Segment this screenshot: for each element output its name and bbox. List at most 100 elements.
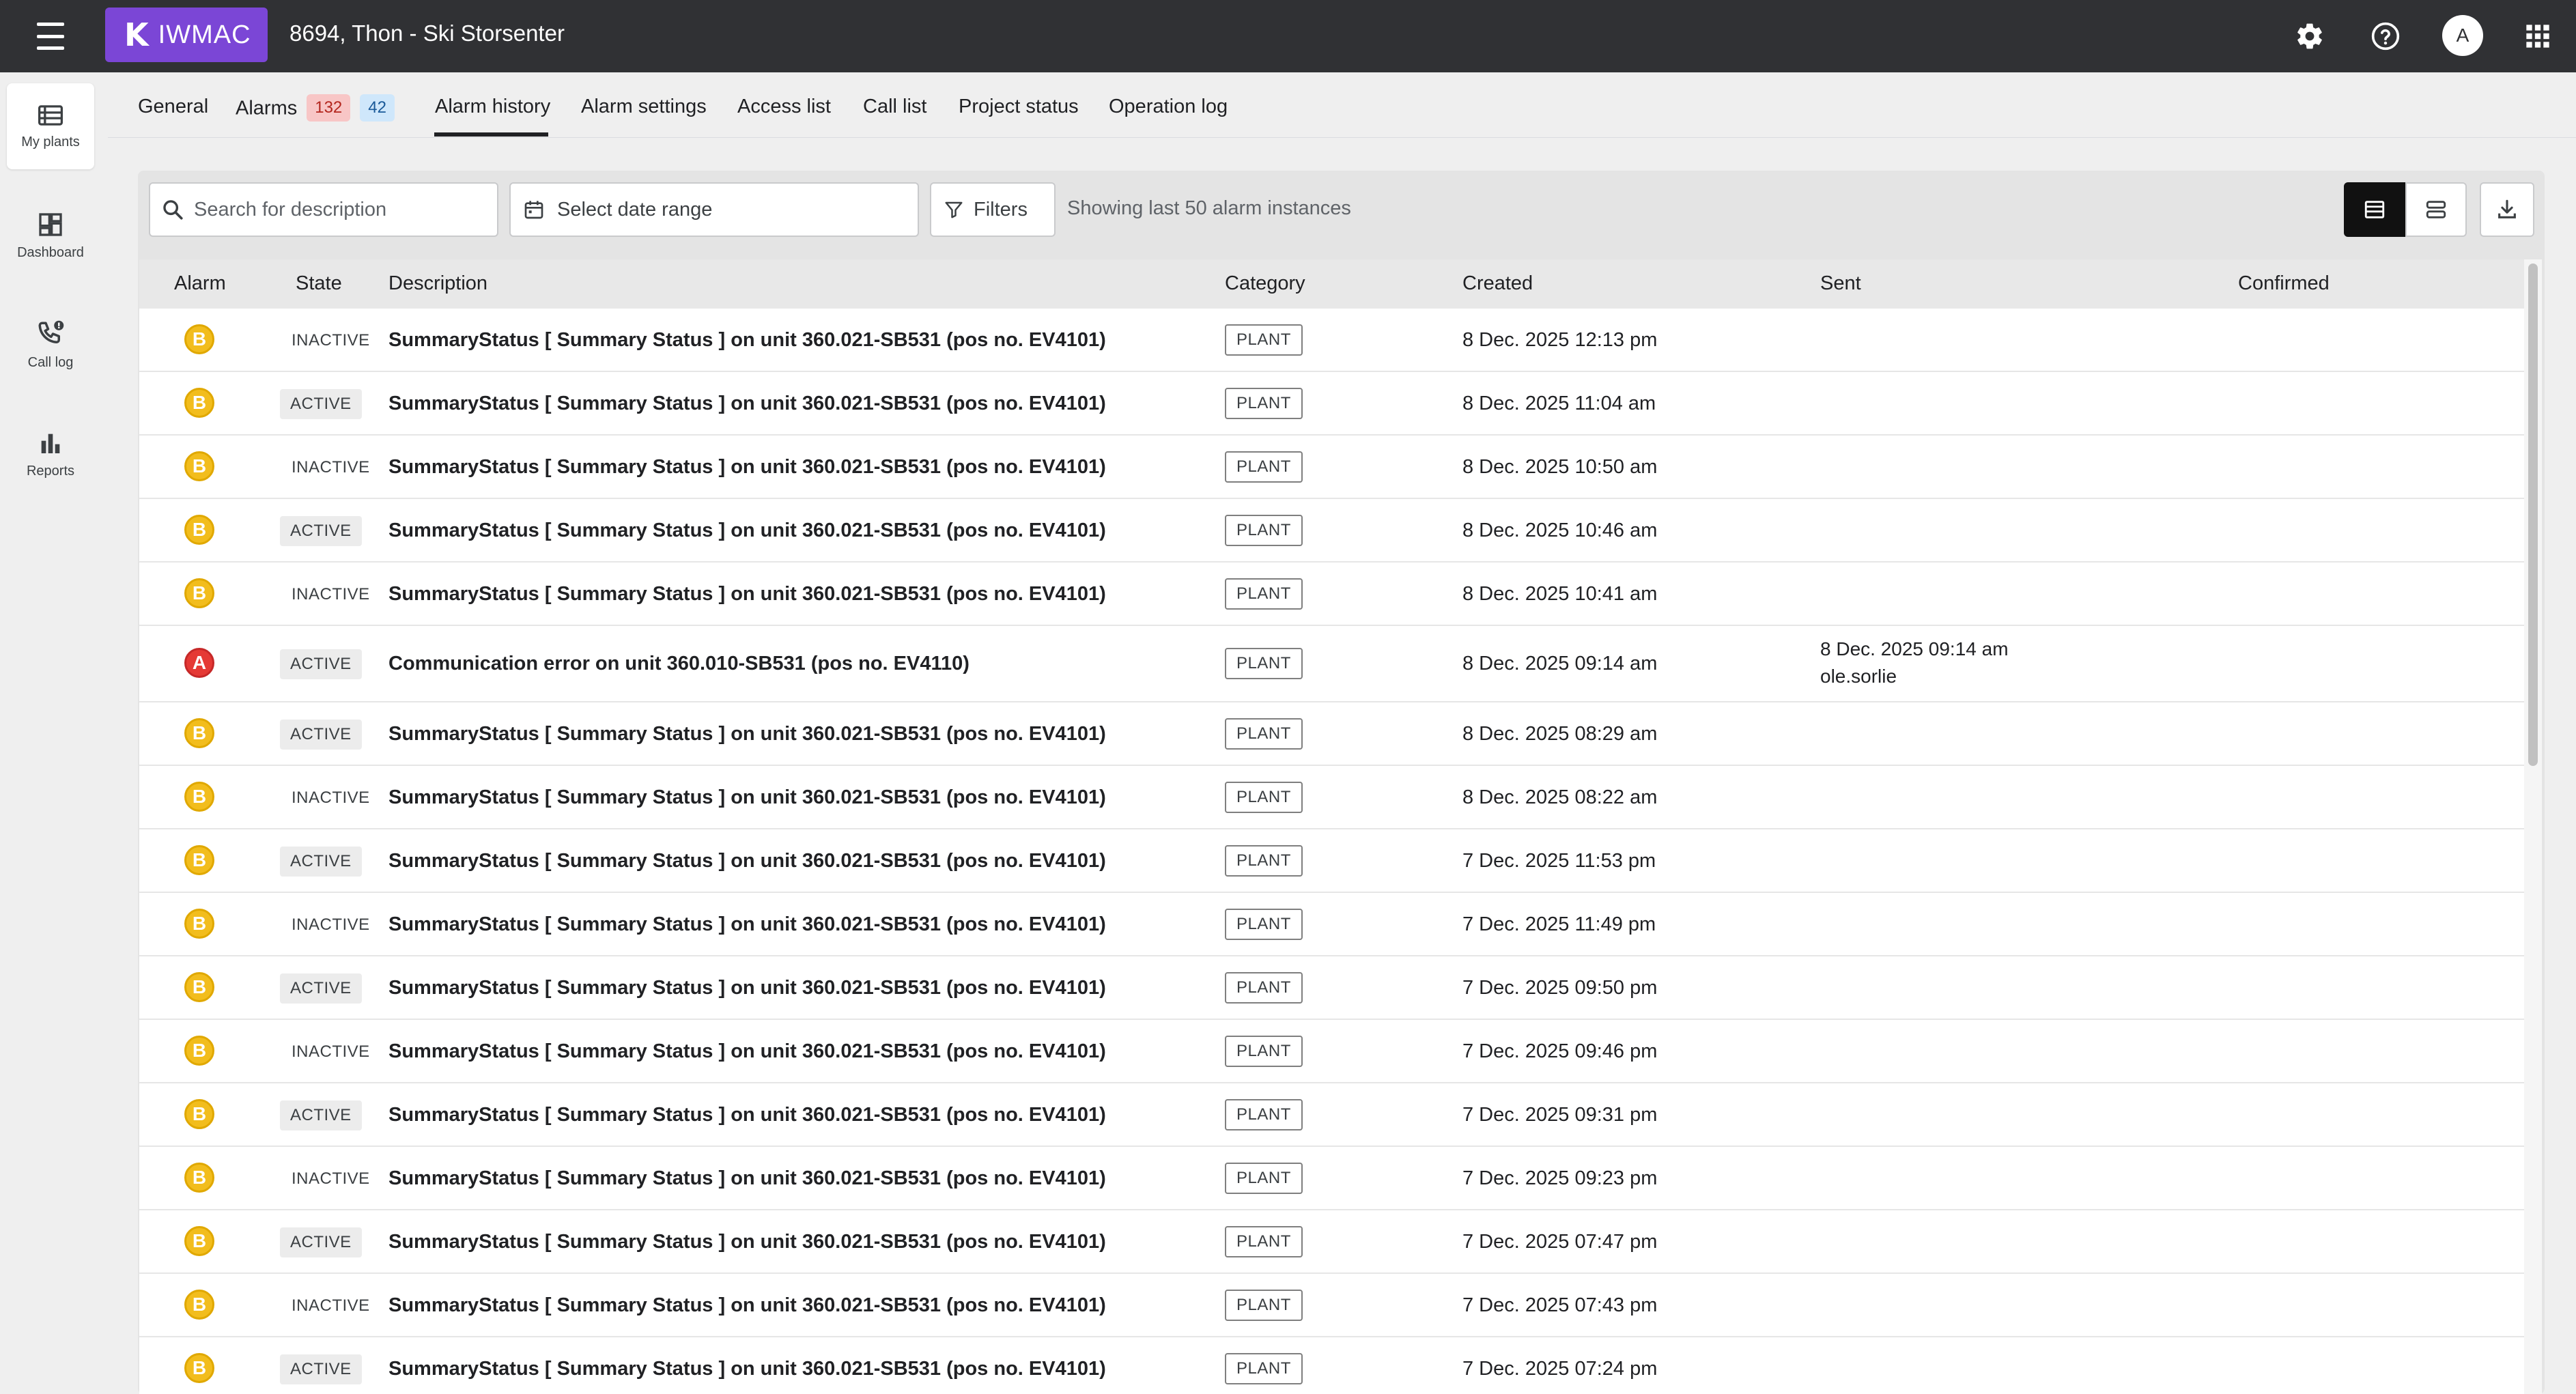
column-header-sent[interactable]: Sent bbox=[1820, 272, 1861, 295]
alarm-description: SummaryStatus [ Summary Status ] on unit… bbox=[388, 455, 1106, 478]
created-timestamp: 7 Dec. 2025 09:23 pm bbox=[1462, 1167, 1658, 1189]
table-row[interactable]: B INACTIVE SummaryStatus [ Summary Status … bbox=[139, 563, 2525, 626]
alarm-description: SummaryStatus [ Summary Status ] on unit… bbox=[388, 913, 1106, 935]
search-input[interactable] bbox=[194, 198, 497, 221]
category-badge: PLANT bbox=[1225, 324, 1303, 356]
dashboard-icon bbox=[39, 212, 62, 236]
state-badge: ACTIVE bbox=[280, 515, 362, 546]
alarm-description: SummaryStatus [ Summary Status ] on unit… bbox=[388, 1294, 1106, 1316]
created-timestamp: 7 Dec. 2025 09:31 pm bbox=[1462, 1103, 1658, 1126]
tab-general[interactable]: General bbox=[138, 96, 208, 118]
tab-call-list[interactable]: Call list bbox=[863, 96, 926, 118]
alarm-priority-b-icon: B bbox=[184, 844, 214, 875]
alarm-description: SummaryStatus [ Summary Status ] on unit… bbox=[388, 1040, 1106, 1062]
created-timestamp: 8 Dec. 2025 11:04 am bbox=[1462, 392, 1656, 414]
tab-access-list[interactable]: Access list bbox=[737, 96, 831, 118]
user-avatar[interactable]: A bbox=[2442, 15, 2483, 56]
settings-gear-icon[interactable] bbox=[2291, 18, 2328, 55]
state-badge: ACTIVE bbox=[280, 1354, 362, 1384]
table-row[interactable]: B ACTIVE SummaryStatus [ Summary Status ] … bbox=[139, 1337, 2525, 1394]
sidebar-item-call-log[interactable]: Call log bbox=[7, 302, 94, 388]
created-timestamp: 8 Dec. 2025 08:29 am bbox=[1462, 722, 1658, 745]
state-badge: INACTIVE bbox=[292, 788, 370, 807]
column-header-created[interactable]: Created bbox=[1462, 272, 1533, 295]
column-header-confirmed[interactable]: Confirmed bbox=[2238, 272, 2330, 295]
sidebar-item-reports[interactable]: Reports bbox=[7, 411, 94, 497]
table-row[interactable]: B ACTIVE SummaryStatus [ Summary Status ] … bbox=[139, 1210, 2525, 1274]
table-row[interactable]: A ACTIVE Communication error on unit 360.0… bbox=[139, 626, 2525, 702]
help-icon[interactable] bbox=[2367, 18, 2404, 55]
table-row[interactable]: B ACTIVE SummaryStatus [ Summary Status ] … bbox=[139, 956, 2525, 1020]
alarm-count-badge-blue: 42 bbox=[360, 94, 395, 122]
alarm-priority-b-icon: B bbox=[184, 1098, 214, 1129]
alarm-priority-b-icon: B bbox=[184, 781, 214, 812]
table-row[interactable]: B INACTIVE SummaryStatus [ Summary Status … bbox=[139, 766, 2525, 829]
sidebar: My plants Dashboard Call log Reports bbox=[0, 72, 108, 1394]
sidebar-item-dashboard[interactable]: Dashboard bbox=[7, 193, 94, 279]
table-row[interactable]: B INACTIVE SummaryStatus [ Summary Status … bbox=[139, 893, 2525, 956]
column-header-state[interactable]: State bbox=[296, 272, 342, 295]
category-badge: PLANT bbox=[1225, 451, 1303, 483]
alarm-description: SummaryStatus [ Summary Status ] on unit… bbox=[388, 328, 1106, 351]
bar-chart-icon bbox=[41, 433, 60, 453]
tab-project-status[interactable]: Project status bbox=[959, 96, 1079, 118]
column-header-description[interactable]: Description bbox=[388, 272, 487, 295]
table-row[interactable]: B INACTIVE SummaryStatus [ Summary Status … bbox=[139, 1147, 2525, 1210]
category-badge: PLANT bbox=[1225, 387, 1303, 419]
table-row[interactable]: B ACTIVE SummaryStatus [ Summary Status ] … bbox=[139, 372, 2525, 436]
alarm-priority-b-icon: B bbox=[184, 717, 214, 748]
table-row[interactable]: B ACTIVE SummaryStatus [ Summary Status ] … bbox=[139, 829, 2525, 893]
iwmac-logo[interactable]: K IWMAC bbox=[105, 8, 268, 62]
filter-icon bbox=[945, 201, 963, 218]
column-header-alarm[interactable]: Alarm bbox=[174, 272, 226, 295]
category-badge: PLANT bbox=[1225, 1035, 1303, 1067]
date-range-picker[interactable]: Select date range bbox=[509, 182, 919, 237]
table-row[interactable]: B INACTIVE SummaryStatus [ Summary Status … bbox=[139, 1020, 2525, 1083]
alarm-description: SummaryStatus [ Summary Status ] on unit… bbox=[388, 786, 1106, 808]
showing-count-text: Showing last 50 alarm instances bbox=[1067, 197, 1351, 219]
column-header-category[interactable]: Category bbox=[1225, 272, 1305, 295]
state-badge: ACTIVE bbox=[280, 1227, 362, 1257]
tab-alarm-history[interactable]: Alarm history bbox=[435, 96, 550, 118]
sidebar-item-label: Call log bbox=[27, 354, 74, 370]
tab-alarms[interactable]: Alarms 132 42 bbox=[236, 94, 395, 123]
alarm-priority-b-icon: B bbox=[184, 1289, 214, 1320]
table-row[interactable]: B ACTIVE SummaryStatus [ Summary Status ] … bbox=[139, 1083, 2525, 1147]
alarm-description: SummaryStatus [ Summary Status ] on unit… bbox=[388, 849, 1106, 872]
alarm-description: Communication error on unit 360.010-SB53… bbox=[388, 653, 969, 674]
alarm-description: SummaryStatus [ Summary Status ] on unit… bbox=[388, 1103, 1106, 1126]
created-timestamp: 7 Dec. 2025 09:46 pm bbox=[1462, 1040, 1658, 1062]
sidebar-item-my-plants[interactable]: My plants bbox=[7, 83, 94, 169]
alarm-description: SummaryStatus [ Summary Status ] on unit… bbox=[388, 519, 1106, 541]
state-badge: ACTIVE bbox=[280, 719, 362, 750]
category-badge: PLANT bbox=[1225, 1098, 1303, 1130]
state-badge: ACTIVE bbox=[280, 973, 362, 1004]
state-badge: INACTIVE bbox=[292, 330, 370, 350]
sent-timestamp: 8 Dec. 2025 09:14 am bbox=[1820, 638, 2009, 659]
table-view-button[interactable] bbox=[2344, 182, 2405, 237]
table-row[interactable]: B ACTIVE SummaryStatus [ Summary Status ] … bbox=[139, 702, 2525, 766]
table-row[interactable]: B INACTIVE SummaryStatus [ Summary Status … bbox=[139, 436, 2525, 499]
table-row[interactable]: B INACTIVE SummaryStatus [ Summary Status … bbox=[139, 1274, 2525, 1337]
category-badge: PLANT bbox=[1225, 648, 1303, 679]
tab-alarm-settings[interactable]: Alarm settings bbox=[581, 96, 707, 118]
state-badge: INACTIVE bbox=[292, 584, 370, 603]
search-field[interactable] bbox=[149, 182, 498, 237]
table-row[interactable]: B INACTIVE SummaryStatus [ Summary Status … bbox=[139, 309, 2525, 372]
filters-button[interactable]: Filters bbox=[930, 182, 1056, 237]
download-button[interactable] bbox=[2480, 182, 2534, 237]
created-timestamp: 8 Dec. 2025 10:50 am bbox=[1462, 455, 1658, 478]
state-badge: INACTIVE bbox=[292, 1296, 370, 1315]
sidebar-item-label: Dashboard bbox=[17, 244, 84, 260]
alarm-count-badge-red: 132 bbox=[307, 94, 351, 122]
compact-view-button[interactable] bbox=[2405, 182, 2467, 237]
logo-text: IWMAC bbox=[158, 20, 251, 49]
download-icon bbox=[2498, 199, 2516, 218]
table-scrollbar-thumb[interactable] bbox=[2528, 264, 2538, 766]
logo-k-icon: K bbox=[124, 16, 149, 53]
table-row[interactable]: B ACTIVE SummaryStatus [ Summary Status ] … bbox=[139, 499, 2525, 563]
menu-icon[interactable] bbox=[31, 23, 70, 50]
tab-alarms-label: Alarms bbox=[236, 97, 298, 119]
apps-grid-icon[interactable] bbox=[2519, 18, 2556, 55]
tab-operation-log[interactable]: Operation log bbox=[1109, 96, 1228, 118]
